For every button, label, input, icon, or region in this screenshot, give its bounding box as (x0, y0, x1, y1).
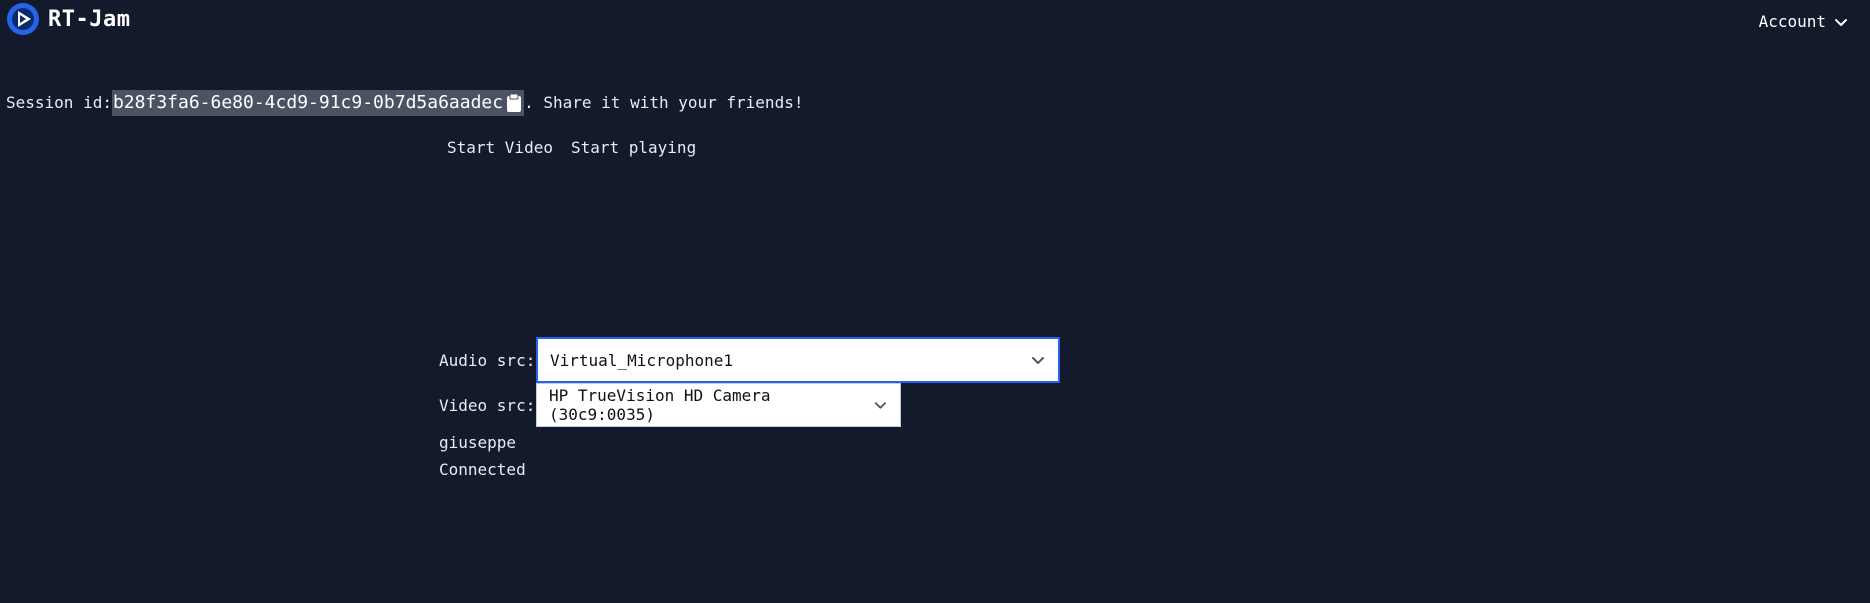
session-id-highlight[interactable]: b28f3fa6-6e80-4cd9-91c9-0b7d5a6aadec (111, 90, 525, 116)
logo-icon (7, 3, 39, 35)
chevron-down-icon (875, 402, 887, 409)
account-label: Account (1758, 12, 1826, 31)
video-source-row: Video src: HP TrueVision HD Camera (30c9… (439, 383, 901, 427)
media-controls: Start Video Start playing (447, 138, 696, 157)
app-title: RT-Jam (48, 6, 131, 32)
user-name: giuseppe (439, 433, 517, 452)
start-video-button[interactable]: Start Video (447, 138, 553, 157)
session-id[interactable]: b28f3fa6-6e80-4cd9-91c9-0b7d5a6aadec (113, 91, 503, 115)
clipboard-icon[interactable] (506, 93, 522, 113)
audio-source-row: Audio src: Virtual_Microphone1 (439, 337, 1060, 383)
audio-source-label: Audio src: (439, 350, 536, 370)
chevron-down-icon (1835, 18, 1847, 26)
session-suffix: . Share it with your friends! (524, 93, 804, 112)
video-source-label: Video src: (439, 395, 536, 415)
audio-source-select[interactable]: Virtual_Microphone1 (536, 337, 1060, 383)
connection-status: Connected (439, 460, 526, 479)
session-prefix: Session id: (6, 93, 112, 112)
audio-source-value: Virtual_Microphone1 (550, 350, 734, 370)
start-playing-button[interactable]: Start playing (571, 138, 696, 157)
account-menu[interactable]: Account (1759, 12, 1848, 31)
video-source-value: HP TrueVision HD Camera (30c9:0035) (549, 386, 771, 424)
session-line: Session id: b28f3fa6-6e80-4cd9-91c9-0b7d… (6, 90, 803, 116)
video-source-select[interactable]: HP TrueVision HD Camera (30c9:0035) (536, 383, 901, 427)
app-logo[interactable]: RT-Jam (6, 2, 130, 36)
app-page: RT-Jam Account Session id: b28f3fa6-6e80… (0, 0, 1870, 603)
chevron-down-icon (1032, 357, 1044, 364)
